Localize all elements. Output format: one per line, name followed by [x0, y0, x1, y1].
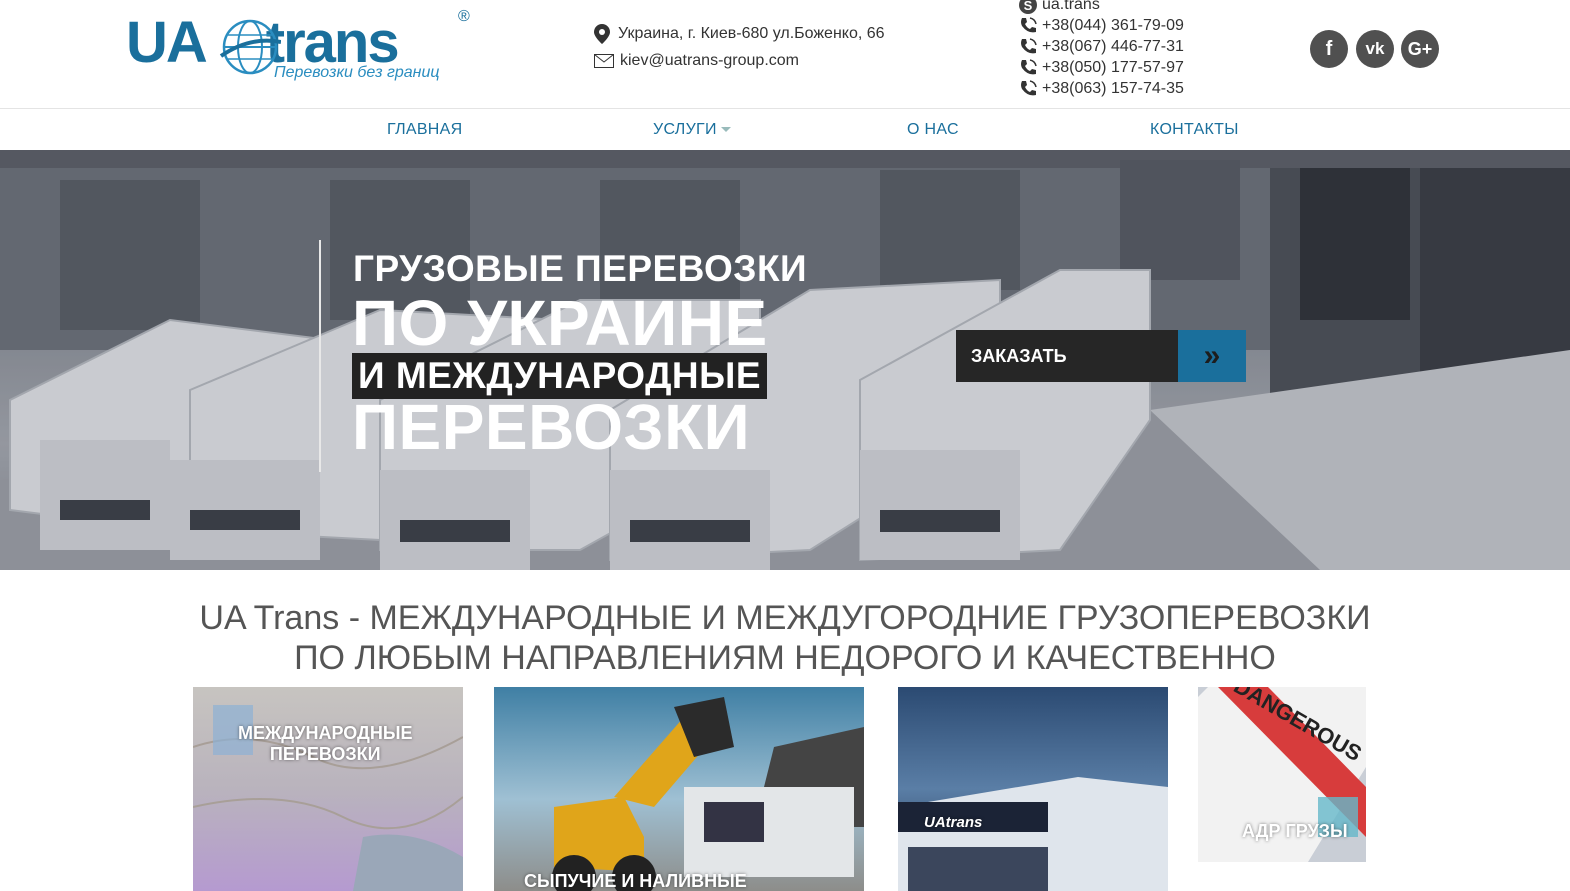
email[interactable]: kiev@uatrans-group.com	[594, 52, 799, 70]
section-title-line-1: UA Trans - МЕЖДУНАРОДНЫЕ И МЕЖДУГОРОДНИЕ…	[199, 599, 1371, 637]
phone-row[interactable]: +38(044) 361-79-09	[1018, 15, 1184, 36]
skype-text[interactable]: ua.trans	[1042, 0, 1100, 15]
section-title-line-2: ПО ЛЮБЫМ НАПРАВЛЕНИЯМ НЕДОРОГО И КАЧЕСТВ…	[294, 639, 1276, 677]
phone-icon	[1021, 16, 1037, 32]
google-plus-label: G+	[1407, 38, 1433, 59]
vk-icon[interactable]: vk	[1356, 30, 1394, 68]
phone-icon	[1021, 37, 1037, 53]
nav-contacts[interactable]: КОНТАКТЫ	[1150, 121, 1239, 139]
truck-image	[898, 687, 1168, 891]
phone-number[interactable]: +38(050) 177-57-97	[1042, 57, 1184, 78]
card-label: АДР ГРУЗЫ	[1242, 821, 1348, 841]
skype-row[interactable]: S ua.trans	[1018, 0, 1184, 15]
service-card-bulk[interactable]: СЫПУЧИЕ И НАЛИВНЫЕ	[494, 687, 864, 891]
hero-title-line-4: ПЕРЕВОЗКИ	[352, 391, 751, 463]
skype-icon: S	[1019, 0, 1037, 14]
envelope-icon	[594, 54, 614, 68]
logo-slogan: Перевозки без границ	[274, 64, 440, 81]
main-nav: ГЛАВНАЯ УСЛУГИ О НАС КОНТАКТЫ	[0, 108, 1570, 150]
phone-row[interactable]: +38(063) 157-74-35	[1018, 78, 1184, 99]
truck-logo-text: UAtrans	[924, 814, 983, 831]
hero-divider	[319, 240, 321, 472]
phone-number[interactable]: +38(063) 157-74-35	[1042, 78, 1184, 99]
card-label: МЕЖДУНАРОДНЫЕ ПЕРЕВОЗКИ	[238, 723, 413, 765]
vk-label: vk	[1365, 39, 1385, 58]
hero-banner: ГРУЗОВЫЕ ПЕРЕВОЗКИ ПО УКРАИНЕ И МЕЖДУНАР…	[0, 150, 1570, 570]
phone-row[interactable]: +38(067) 446-77-31	[1018, 36, 1184, 57]
address-text: Украина, г. Киев-680 ул.Боженко, 66	[618, 25, 885, 42]
phone-icon	[1021, 79, 1037, 95]
section-title: UA Trans - МЕЖДУНАРОДНЫЕ И МЕЖДУГОРОДНИЕ…	[0, 598, 1570, 678]
logo[interactable]: UA trans ® Перевозки без границ	[126, 8, 478, 88]
logo-ua: UA	[126, 10, 208, 75]
phone-number[interactable]: +38(044) 361-79-09	[1042, 15, 1184, 36]
facebook-icon[interactable]: f	[1310, 30, 1348, 68]
service-card-international[interactable]: МЕЖДУНАРОДНЫЕ ПЕРЕВОЗКИ	[193, 687, 463, 891]
nav-services-label: УСЛУГИ	[653, 121, 717, 138]
phone-number[interactable]: +38(067) 446-77-31	[1042, 36, 1184, 57]
facebook-label: f	[1325, 37, 1333, 60]
map-image	[193, 687, 463, 891]
excavator-image	[494, 687, 864, 891]
chevron-down-icon	[720, 127, 731, 133]
hero-background-image	[0, 150, 1570, 570]
nav-about[interactable]: О НАС	[907, 121, 959, 139]
card-label: СЫПУЧИЕ И НАЛИВНЫЕ	[524, 871, 747, 891]
double-chevron-right-icon: »	[1178, 330, 1246, 382]
hero-title-line-1: ГРУЗОВЫЕ ПЕРЕВОЗКИ	[353, 248, 808, 289]
card-label-line: ПЕРЕВОЗКИ	[269, 744, 381, 764]
site-header: UA trans ® Перевозки без границ Украина, …	[0, 0, 1570, 108]
address: Украина, г. Киев-680 ул.Боженко, 66	[594, 24, 885, 44]
globe-icon	[219, 19, 281, 75]
service-card-truck[interactable]: UAtrans	[898, 687, 1168, 891]
svg-text:S: S	[1024, 0, 1033, 13]
google-plus-icon[interactable]: G+	[1401, 30, 1439, 68]
map-pin-icon	[594, 24, 610, 44]
phone-row[interactable]: +38(050) 177-57-97	[1018, 57, 1184, 78]
order-button-label: ЗАКАЗАТЬ	[956, 330, 1178, 382]
order-button[interactable]: ЗАКАЗАТЬ »	[956, 330, 1246, 382]
email-text[interactable]: kiev@uatrans-group.com	[620, 52, 799, 70]
service-card-adr[interactable]: DANGEROUS АДР ГРУЗЫ	[1198, 687, 1366, 862]
card-label-line: МЕЖДУНАРОДНЫЕ	[238, 723, 413, 743]
phone-icon	[1021, 58, 1037, 74]
hero-title-line-2: ПО УКРАИНЕ	[352, 287, 768, 359]
nav-services[interactable]: УСЛУГИ	[653, 121, 731, 139]
nav-home[interactable]: ГЛАВНАЯ	[387, 121, 463, 139]
phone-list: S ua.trans +38(044) 361-79-09 +38(067) 4…	[1018, 0, 1184, 99]
registered-mark: ®	[458, 8, 470, 25]
